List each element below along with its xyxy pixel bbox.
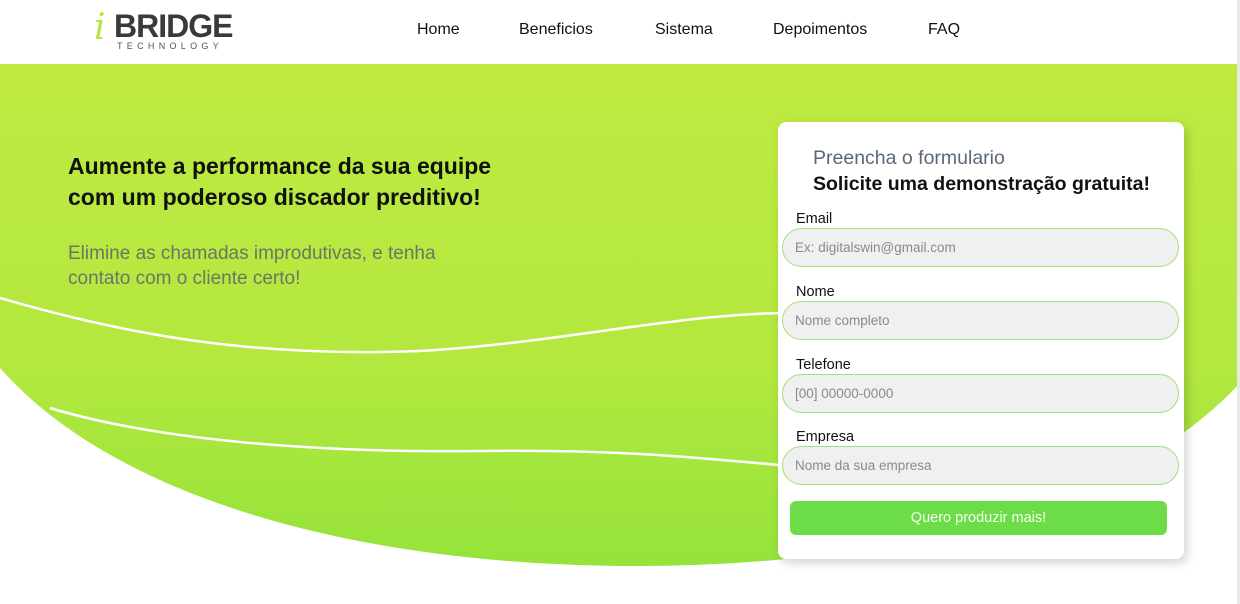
nome-field[interactable] (782, 301, 1179, 340)
nav-depoimentos[interactable]: Depoimentos (773, 20, 867, 40)
form-heading: Preencha o formulario (813, 147, 1005, 169)
nav-home[interactable]: Home (417, 20, 460, 40)
site-header: i BRIDGE TECHNOLOGY Home Beneficios Sist… (0, 0, 1240, 64)
logo-name: BRIDGE (114, 8, 233, 44)
email-field[interactable] (782, 228, 1179, 267)
nav-faq[interactable]: FAQ (928, 20, 960, 40)
empresa-label: Empresa (796, 429, 855, 445)
empresa-field[interactable] (782, 446, 1179, 485)
hero-title: Aumente a performance da sua equipe com … (68, 153, 492, 210)
demo-request-form: Preencha o formulario Solicite uma demon… (778, 122, 1184, 559)
email-label: Email (796, 211, 833, 227)
form-subheading: Solicite uma demonstração gratuita! (813, 173, 1150, 195)
logo-mark: i (94, 7, 106, 48)
telefone-field[interactable] (782, 374, 1179, 413)
nav-beneficios[interactable]: Beneficios (519, 20, 593, 40)
submit-button[interactable]: Quero produzir mais! (790, 501, 1167, 535)
nav-sistema[interactable]: Sistema (655, 20, 713, 40)
logo-tagline: TECHNOLOGY (117, 41, 224, 51)
nome-label: Nome (796, 284, 835, 300)
telefone-label: Telefone (796, 357, 851, 373)
hero-subtitle: Elimine as chamadas improdutivas, e tenh… (68, 243, 436, 289)
ibridge-logo[interactable]: i BRIDGE TECHNOLOGY (94, 8, 234, 54)
